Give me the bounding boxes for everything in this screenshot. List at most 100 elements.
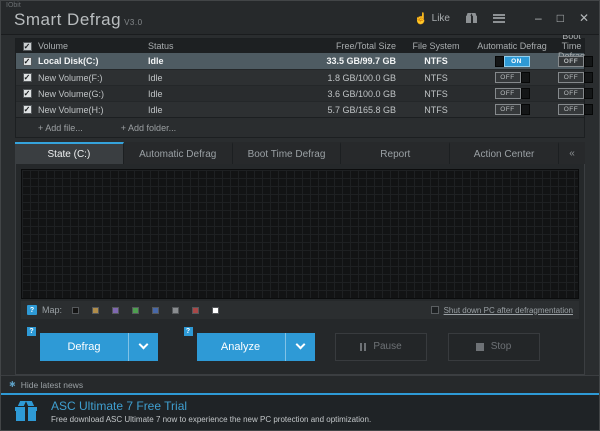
defrag-help-icon[interactable]: ? [27,327,36,336]
tab-report[interactable]: Report [341,142,450,164]
pause-icon [360,343,366,351]
legend-swatch [172,307,179,314]
row-checkbox[interactable]: ✓ [23,89,32,98]
hide-news-link[interactable]: Hide latest news [21,380,83,390]
iobit-logo: IObit [6,2,21,9]
map-legend: ? Map: Shut down PC after defragmentatio… [21,301,579,319]
legend-swatch [152,307,159,314]
toggle-knob [521,72,530,83]
table-row[interactable]: ✓ Local Disk(C:) Idle 33.5 GB/99.7 GB NT… [16,53,584,69]
toggle-state-label: OFF [495,104,521,115]
hide-news-icon: ✱ [9,380,16,389]
shutdown-checkbox[interactable] [431,306,439,314]
legend-swatch [132,307,139,314]
tab-state[interactable]: State (C:) [15,142,124,164]
boot-time-defrag-toggle[interactable]: OFF [558,72,593,83]
defrag-button-group: ? Defrag [40,333,158,361]
toggle-state-label: OFF [558,88,584,99]
chevron-down-icon [295,340,305,350]
tab-boot-time-defrag[interactable]: Boot Time Defrag [233,142,342,164]
automatic-defrag-toggle[interactable]: OFF [495,88,530,99]
header-status[interactable]: Status [148,41,288,51]
toggle-knob [584,72,593,83]
automatic-defrag-toggle[interactable]: ON [495,56,530,67]
state-panel: ? Map: Shut down PC after defragmentatio… [15,164,585,375]
window-controls: – □ ✕ [535,12,589,24]
automatic-defrag-toggle[interactable]: OFF [495,104,530,115]
defrag-dropdown-button[interactable] [128,333,158,361]
toggle-knob [521,88,530,99]
toggle-knob [495,56,504,67]
tabs-collapse-icon[interactable]: « [559,142,585,164]
toggle-knob [521,104,530,115]
promo-banner[interactable]: ASC Ultimate 7 Free Trial Free download … [1,393,599,430]
volume-status: Idle [148,56,288,66]
volume-name: New Volume(F:) [38,73,148,83]
legend-swatch [92,307,99,314]
header-volume[interactable]: Volume [38,41,148,51]
tab-automatic-defrag[interactable]: Automatic Defrag [124,142,233,164]
row-checkbox[interactable]: ✓ [23,57,32,66]
table-header: ✓ Volume Status Free/Total Size File Sys… [16,39,584,53]
toggle-state-label: OFF [495,88,521,99]
volume-filesystem: NTFS [406,73,466,83]
close-button[interactable]: ✕ [579,12,589,24]
boot-time-defrag-toggle[interactable]: OFF [558,88,593,99]
row-checkbox[interactable]: ✓ [23,73,32,82]
legend-swatch [112,307,119,314]
boot-time-defrag-toggle[interactable]: OFF [558,104,593,115]
like-label: Like [432,13,450,24]
table-row[interactable]: ✓ New Volume(F:) Idle 1.8 GB/100.0 GB NT… [16,69,584,85]
table-row[interactable]: ✓ New Volume(G:) Idle 3.6 GB/100.0 GB NT… [16,85,584,101]
like-button[interactable]: ☝ Like [414,12,450,25]
row-checkbox[interactable]: ✓ [23,105,32,114]
title-actions: ☝ Like – □ ✕ [414,1,589,35]
select-all-checkbox[interactable]: ✓ [23,42,32,51]
toggle-knob [584,104,593,115]
add-file-link[interactable]: + Add file... [38,123,83,133]
volume-name: New Volume(G:) [38,89,148,99]
shutdown-label[interactable]: Shut down PC after defragmentation [444,306,573,315]
stop-button[interactable]: Stop [448,333,540,361]
analyze-button[interactable]: Analyze [197,333,285,361]
app-title: Smart DefragV3.0 [14,10,143,30]
boot-time-defrag-toggle[interactable]: OFF [558,56,593,67]
toggle-state-label: OFF [558,104,584,115]
volume-status: Idle [148,73,288,83]
defrag-button[interactable]: Defrag [40,333,128,361]
analyze-button-group: ? Analyze [197,333,315,361]
volume-table: ✓ Volume Status Free/Total Size File Sys… [15,38,585,138]
automatic-defrag-toggle[interactable]: OFF [495,72,530,83]
volume-size: 3.6 GB/100.0 GB [288,89,406,99]
shutdown-option: Shut down PC after defragmentation [431,306,573,315]
header-filesystem[interactable]: File System [406,41,466,51]
add-folder-link[interactable]: + Add folder... [121,123,176,133]
pause-button[interactable]: Pause [335,333,427,361]
map-help-icon[interactable]: ? [27,305,37,315]
analyze-dropdown-button[interactable] [285,333,315,361]
add-links-row: + Add file... + Add folder... [16,117,584,137]
gift-icon [15,401,37,421]
tab-bar: State (C:) Automatic Defrag Boot Time De… [15,142,585,164]
header-automatic-defrag[interactable]: Automatic Defrag [466,41,558,51]
volume-status: Idle [148,89,288,99]
legend-swatch [212,307,219,314]
banner-text: ASC Ultimate 7 Free Trial Free download … [51,399,371,424]
header-size[interactable]: Free/Total Size [288,41,406,51]
volume-size: 1.8 GB/100.0 GB [288,73,406,83]
minimize-button[interactable]: – [535,12,542,24]
toggle-state-label: OFF [558,56,584,67]
maximize-button[interactable]: □ [557,12,564,24]
chevron-down-icon [139,340,149,350]
thumbs-up-icon: ☝ [414,12,428,25]
analyze-help-icon[interactable]: ? [184,327,193,336]
gift-icon[interactable] [466,13,477,23]
banner-title-link[interactable]: ASC Ultimate 7 Free Trial [51,399,371,413]
menu-icon[interactable] [493,14,505,23]
toggle-knob [584,56,593,67]
volume-filesystem: NTFS [406,105,466,115]
tab-action-center[interactable]: Action Center [450,142,559,164]
table-row[interactable]: ✓ New Volume(H:) Idle 5.7 GB/165.8 GB NT… [16,101,584,117]
toggle-state-label: OFF [495,72,521,83]
stop-icon [476,343,484,351]
